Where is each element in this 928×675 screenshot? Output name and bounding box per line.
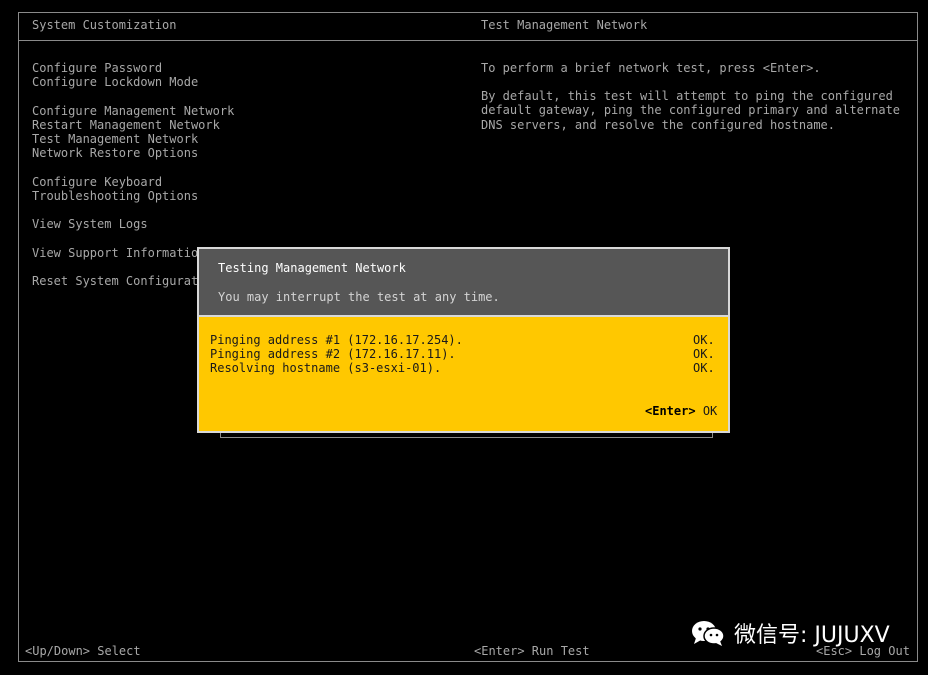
menu-item-view-system-logs[interactable]: View System Logs: [32, 217, 148, 231]
result-status-1: OK.: [693, 333, 715, 347]
menu-item-troubleshooting-options[interactable]: Troubleshooting Options: [32, 189, 198, 203]
ok-button[interactable]: <Enter> OK: [645, 404, 717, 418]
watermark-text: 微信号: JUJUXV: [734, 623, 890, 648]
enter-key-label: <Enter>: [645, 404, 696, 418]
menu-item-configure-lockdown-mode[interactable]: Configure Lockdown Mode: [32, 75, 198, 89]
result-label-3: Resolving hostname (s3-esxi-01).: [210, 361, 442, 375]
description-line: default gateway, ping the configured pri…: [481, 103, 901, 117]
right-panel-title: Test Management Network: [481, 18, 648, 32]
menu-item-test-management-network[interactable]: Test Management Network: [32, 132, 198, 146]
result-label-2: Pinging address #2 (172.16.17.11).: [210, 347, 456, 361]
footer-select-hint: <Up/Down> Select: [25, 644, 141, 658]
description-instruction: To perform a brief network test, press <…: [481, 61, 821, 75]
description-line: DNS servers, and resolve the configured …: [481, 118, 836, 132]
wechat-icon: [692, 621, 725, 646]
test-dialog: Testing Management Network You may inter…: [197, 247, 730, 433]
description-line: By default, this test will attempt to pi…: [481, 89, 893, 103]
watermark: 微信号: JUJUXV: [690, 618, 890, 648]
dialog-title: Testing Management Network: [218, 261, 406, 275]
left-panel-title: System Customization: [32, 18, 177, 32]
result-status-3: OK.: [693, 361, 715, 375]
menu-item-view-support-information[interactable]: View Support Informatio: [32, 246, 198, 260]
menu-item-reset-system-configuration[interactable]: Reset System Configurat: [32, 274, 198, 288]
header-divider: [18, 40, 918, 41]
menu-item-restart-management-network[interactable]: Restart Management Network: [32, 118, 220, 132]
footer-run-test-hint: <Enter> Run Test: [474, 644, 590, 658]
dialog-header: Testing Management Network You may inter…: [199, 249, 728, 317]
menu-item-configure-password[interactable]: Configure Password: [32, 61, 162, 75]
result-label-1: Pinging address #1 (172.16.17.254).: [210, 333, 463, 347]
ok-label: OK: [702, 404, 718, 418]
menu-item-network-restore-options[interactable]: Network Restore Options: [32, 146, 198, 160]
menu-item-configure-keyboard[interactable]: Configure Keyboard: [32, 175, 162, 189]
menu-item-configure-management-network[interactable]: Configure Management Network: [32, 104, 234, 118]
result-status-2: OK.: [693, 347, 715, 361]
dialog-subtitle: You may interrupt the test at any time.: [218, 290, 500, 304]
